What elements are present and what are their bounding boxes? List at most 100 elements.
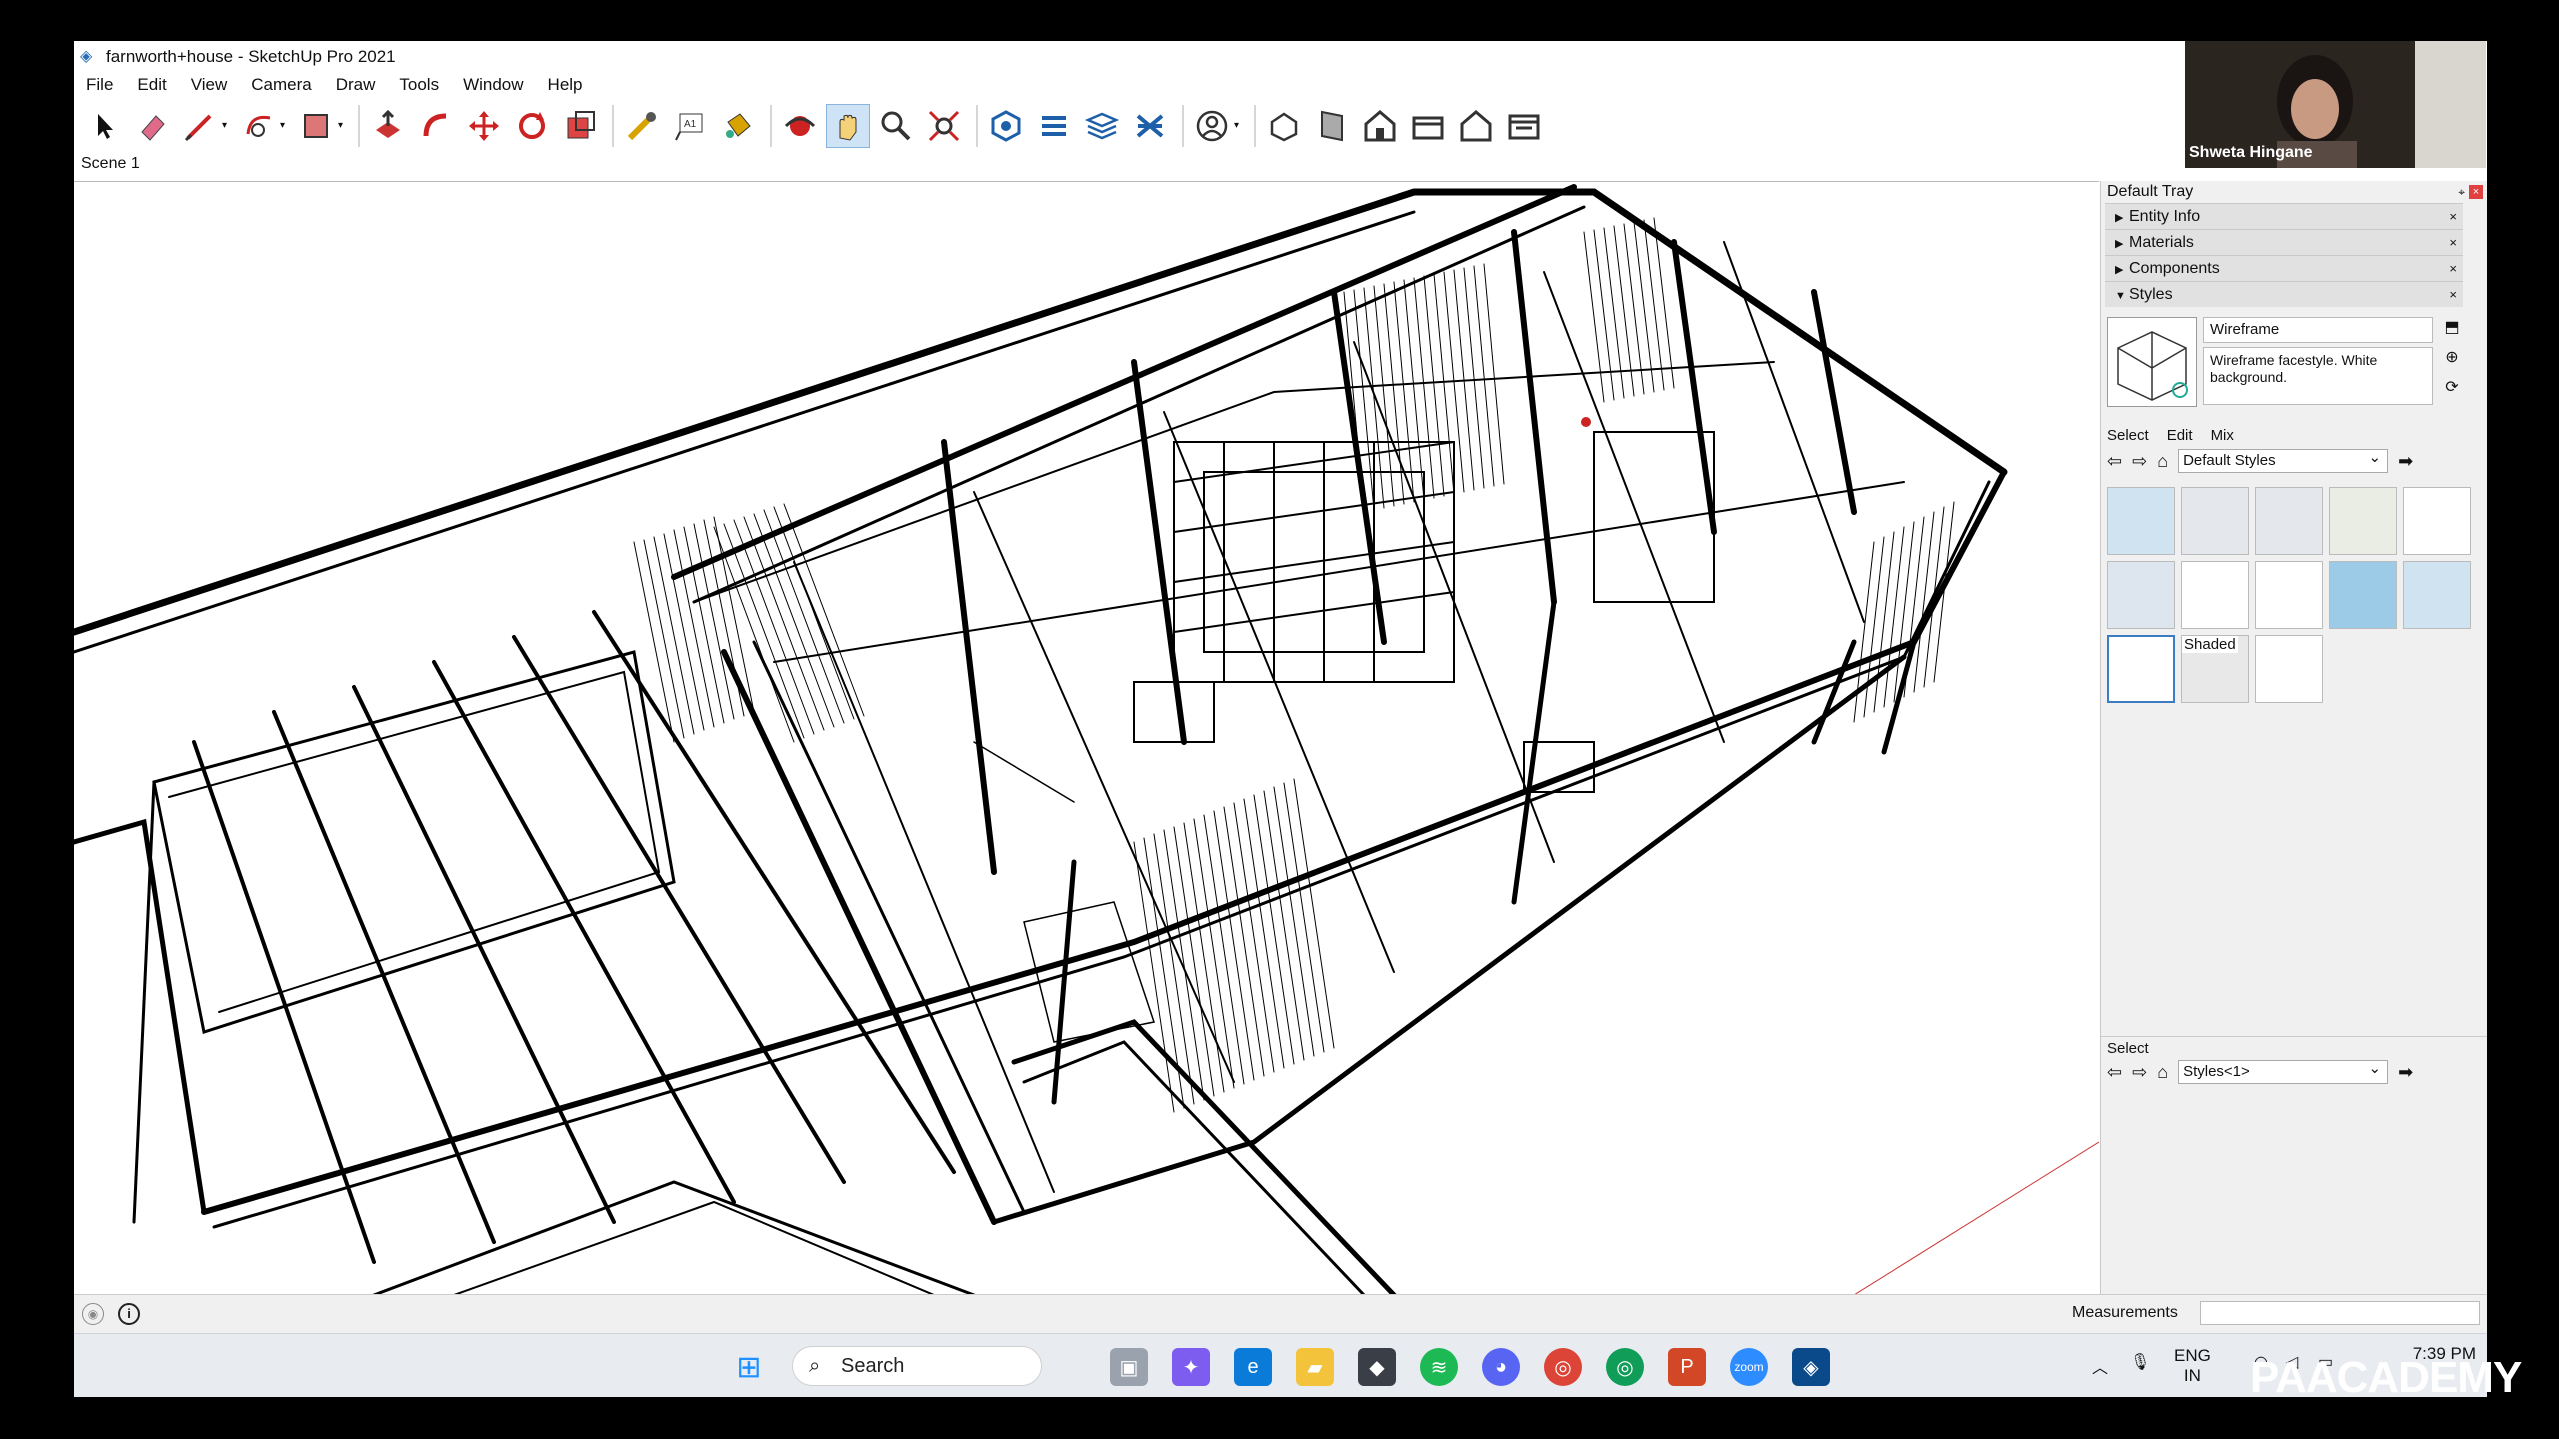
line-tool-dropdown-icon[interactable]: ▾ <box>222 120 232 131</box>
style-swatch-hovered[interactable]: Shaded <box>2181 635 2249 703</box>
back-arrow-icon[interactable]: ⇦ <box>2107 451 2122 472</box>
style-swatch[interactable] <box>2255 487 2323 555</box>
details-arrow-icon[interactable]: ➡ <box>2398 451 2413 472</box>
details-arrow-icon[interactable]: ➡ <box>2398 1062 2413 1083</box>
left-view-icon[interactable] <box>1502 104 1546 148</box>
model-styles-dropdown[interactable]: Styles<1> <box>2178 1058 2389 1084</box>
info-icon[interactable]: i <box>118 1303 140 1325</box>
user-account-icon[interactable] <box>1190 104 1234 148</box>
edge-icon[interactable]: e <box>1234 1348 1272 1386</box>
taskbar-search[interactable]: ⌕ Search <box>792 1346 1042 1386</box>
menu-tools[interactable]: Tools <box>387 72 451 98</box>
account-dropdown-icon[interactable]: ▾ <box>1234 120 1244 131</box>
microphone-icon[interactable]: 🎙 <box>2130 1352 2150 1372</box>
select-tool-icon[interactable] <box>82 104 126 148</box>
zoom-extents-tool-icon[interactable] <box>922 104 966 148</box>
style-swatch[interactable] <box>2181 561 2249 629</box>
home-icon[interactable]: ⌂ <box>2157 451 2168 472</box>
update-style-icon[interactable]: ⬒ <box>2441 317 2463 339</box>
orbit-tool-icon[interactable] <box>778 104 822 148</box>
tape-measure-tool-icon[interactable] <box>620 104 664 148</box>
show-hidden-icons-icon[interactable]: ︿ <box>2092 1354 2108 1378</box>
panel-entity-info[interactable]: ▶ Entity Info × <box>2105 203 2463 229</box>
back-arrow-icon[interactable]: ⇦ <box>2107 1062 2122 1083</box>
3d-warehouse-icon[interactable] <box>984 104 1028 148</box>
forward-arrow-icon[interactable]: ⇨ <box>2132 451 2147 472</box>
geolocation-icon[interactable]: ◉ <box>82 1303 104 1325</box>
close-panel-icon[interactable]: × <box>2449 204 2457 230</box>
refresh-style-icon[interactable]: ⟳ <box>2441 377 2463 399</box>
powerpoint-icon[interactable]: P <box>1668 1348 1706 1386</box>
close-panel-icon[interactable]: × <box>2449 282 2457 308</box>
back-view-icon[interactable] <box>1454 104 1498 148</box>
scene-tab[interactable]: Scene 1 <box>81 155 140 172</box>
iso-view-icon[interactable] <box>1262 104 1306 148</box>
menu-edit[interactable]: Edit <box>125 72 178 98</box>
chrome-icon[interactable]: ◎ <box>1544 1348 1582 1386</box>
menu-draw[interactable]: Draw <box>324 72 388 98</box>
style-swatch[interactable] <box>2107 487 2175 555</box>
pan-tool-icon[interactable] <box>826 103 870 148</box>
arc-tool-dropdown-icon[interactable]: ▾ <box>280 120 290 131</box>
unity-icon[interactable]: ◆ <box>1358 1348 1396 1386</box>
panel-components[interactable]: ▶ Components × <box>2105 255 2463 281</box>
rotate-tool-icon[interactable] <box>510 104 554 148</box>
arc-tool-icon[interactable] <box>236 104 280 148</box>
style-name-field[interactable]: Wireframe <box>2203 317 2433 343</box>
home-icon[interactable]: ⌂ <box>2157 1062 2168 1083</box>
panel-materials[interactable]: ▶ Materials × <box>2105 229 2463 255</box>
scale-tool-icon[interactable] <box>558 104 602 148</box>
layout-send-icon[interactable] <box>1080 104 1124 148</box>
create-style-icon[interactable]: ⊕ <box>2441 347 2463 369</box>
right-view-icon[interactable] <box>1406 104 1450 148</box>
extension-manager-icon[interactable] <box>1128 104 1172 148</box>
close-tray-icon[interactable]: × <box>2469 185 2483 199</box>
modeling-viewport[interactable] <box>74 181 2099 1294</box>
tab-edit[interactable]: Edit <box>2167 427 2193 444</box>
copilot-icon[interactable]: ✦ <box>1172 1348 1210 1386</box>
spotify-icon[interactable]: ≋ <box>1420 1348 1458 1386</box>
move-tool-icon[interactable] <box>462 104 506 148</box>
zoom-icon[interactable]: zoom <box>1730 1348 1768 1386</box>
pin-icon[interactable]: ⌖ <box>2458 181 2465 203</box>
menu-camera[interactable]: Camera <box>239 72 323 98</box>
tab-select[interactable]: Select <box>2107 427 2149 444</box>
file-explorer-icon[interactable]: ▰ <box>1296 1348 1334 1386</box>
push-pull-tool-icon[interactable] <box>366 104 410 148</box>
front-view-icon[interactable] <box>1358 104 1402 148</box>
zoom-tool-icon[interactable] <box>874 104 918 148</box>
chrome-profile-icon[interactable]: ◎ <box>1606 1348 1644 1386</box>
eraser-tool-icon[interactable] <box>130 104 174 148</box>
style-swatch[interactable] <box>2403 487 2471 555</box>
top-view-icon[interactable] <box>1310 104 1354 148</box>
style-swatch[interactable] <box>2107 561 2175 629</box>
discord-icon[interactable]: ◕ <box>1482 1348 1520 1386</box>
text-tool-icon[interactable]: A1 <box>668 104 712 148</box>
extension-warehouse-icon[interactable] <box>1032 104 1076 148</box>
language-indicator[interactable]: ENG IN <box>2174 1346 2211 1386</box>
menu-help[interactable]: Help <box>536 72 595 98</box>
close-panel-icon[interactable]: × <box>2449 230 2457 256</box>
style-collection-dropdown[interactable]: Default Styles <box>2178 447 2389 473</box>
style-swatch[interactable] <box>2255 635 2323 703</box>
panel-styles[interactable]: ▼ Styles × <box>2105 281 2463 307</box>
style-description-field[interactable]: Wireframe facestyle. White background. <box>2203 347 2433 405</box>
follow-me-tool-icon[interactable] <box>414 104 458 148</box>
style-swatch[interactable] <box>2329 487 2397 555</box>
close-panel-icon[interactable]: × <box>2449 256 2457 282</box>
menu-window[interactable]: Window <box>451 72 535 98</box>
style-swatch[interactable] <box>2403 561 2471 629</box>
shape-tool-dropdown-icon[interactable]: ▾ <box>338 120 348 131</box>
tab-mix[interactable]: Mix <box>2211 427 2234 444</box>
forward-arrow-icon[interactable]: ⇨ <box>2132 1062 2147 1083</box>
menu-view[interactable]: View <box>179 72 240 98</box>
measurements-input[interactable] <box>2200 1301 2480 1325</box>
line-tool-icon[interactable] <box>178 104 222 148</box>
windows-start-icon[interactable]: ⊞ <box>730 1348 768 1386</box>
style-swatch-selected[interactable] <box>2107 635 2175 703</box>
style-swatch[interactable] <box>2255 561 2323 629</box>
task-view-icon[interactable]: ▣ <box>1110 1348 1148 1386</box>
rectangle-tool-icon[interactable] <box>294 104 338 148</box>
style-swatch[interactable] <box>2181 487 2249 555</box>
menu-file[interactable]: File <box>74 72 125 98</box>
